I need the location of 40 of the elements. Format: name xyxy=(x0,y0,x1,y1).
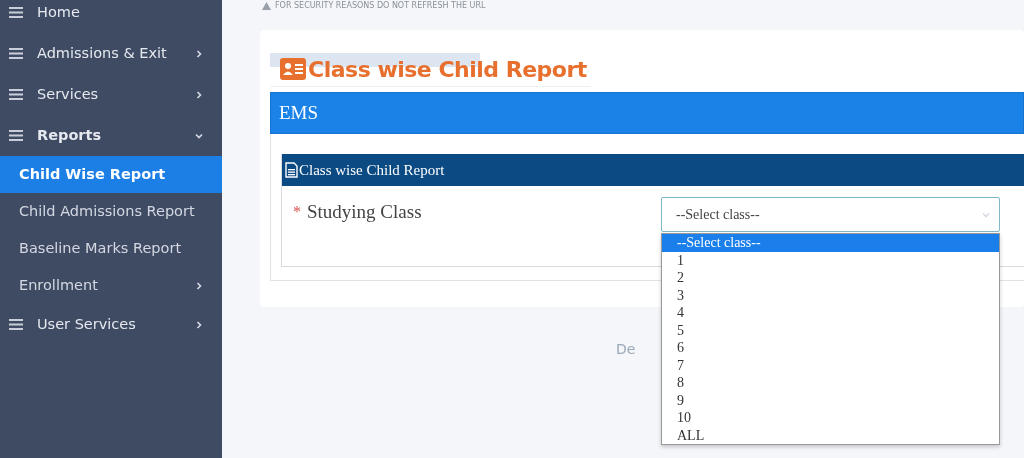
dropdown-option[interactable]: 3 xyxy=(662,286,999,304)
form-header: Class wise Child Report xyxy=(282,154,1024,186)
sidebar-item[interactable]: Child Admissions Report xyxy=(0,193,222,230)
dropdown-option[interactable]: --Select class-- xyxy=(662,234,999,252)
chevron-right-icon xyxy=(194,280,204,291)
warning-icon xyxy=(262,2,271,10)
dropdown-option[interactable]: 6 xyxy=(662,339,999,357)
dropdown-option[interactable]: 8 xyxy=(662,374,999,392)
dropdown-option[interactable]: 2 xyxy=(662,269,999,287)
class-select[interactable]: --Select class-- xyxy=(661,197,1000,232)
required-asterisk: * xyxy=(293,202,301,223)
dropdown-option[interactable]: 10 xyxy=(662,409,999,427)
menu-icon xyxy=(9,89,23,100)
dropdown-option[interactable]: 4 xyxy=(662,304,999,322)
dropdown-option[interactable]: ALL xyxy=(662,426,999,444)
sidebar-item[interactable]: Reports xyxy=(0,115,222,156)
sidebar-item[interactable]: Baseline Marks Report xyxy=(0,230,222,267)
menu-icon xyxy=(9,7,23,18)
sidebar-item[interactable]: Admissions & Exit xyxy=(0,33,222,74)
field-label: * Studying Class xyxy=(293,198,661,227)
chevron-right-icon xyxy=(194,319,204,330)
sidebar-item[interactable]: Services xyxy=(0,74,222,115)
menu-icon xyxy=(9,319,23,330)
document-icon xyxy=(285,162,298,178)
menu-icon xyxy=(9,48,23,59)
dropdown-option[interactable]: 7 xyxy=(662,356,999,374)
sidebar-item[interactable]: Home xyxy=(0,0,222,33)
footer-text: De xyxy=(616,341,636,357)
sidebar-item[interactable]: Child Wise Report xyxy=(0,156,222,193)
security-notice: FOR SECURITY REASONS DO NOT REFRESH THE URL xyxy=(275,2,486,10)
menu-icon xyxy=(9,130,23,141)
id-card-icon xyxy=(280,58,306,80)
dropdown-option[interactable]: 5 xyxy=(662,321,999,339)
dropdown-option[interactable]: 9 xyxy=(662,391,999,409)
sidebar-item[interactable]: Enrollment xyxy=(0,267,222,304)
chevron-right-icon xyxy=(194,48,204,59)
sidebar-item[interactable]: User Services xyxy=(0,304,222,345)
dropdown-option[interactable]: 1 xyxy=(662,251,999,269)
panel-header: EMS xyxy=(270,92,1024,134)
chevron-right-icon xyxy=(194,89,204,100)
